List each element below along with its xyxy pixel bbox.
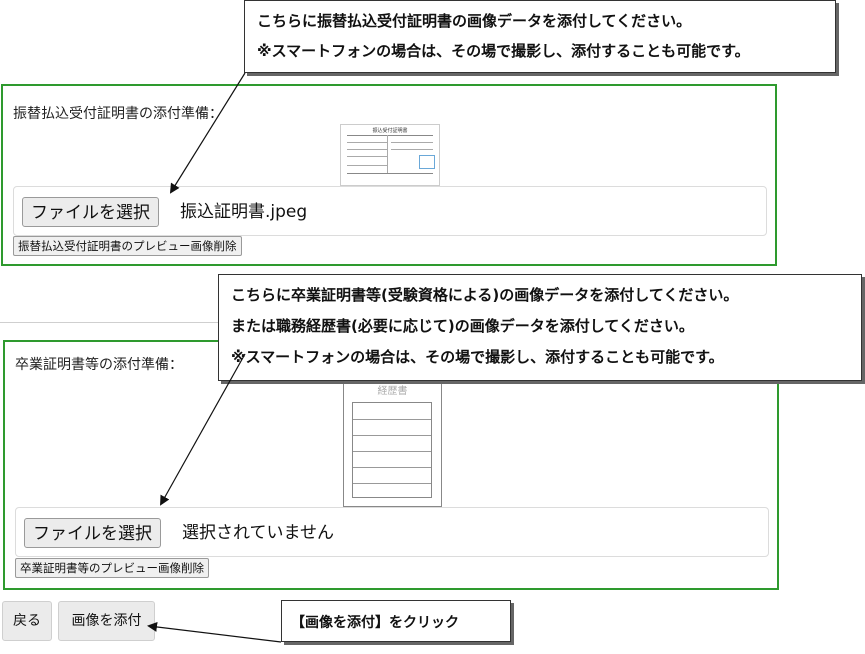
arrow-to-graduation-file — [160, 353, 246, 506]
arrow-to-payment-file — [169, 72, 246, 194]
arrow-to-attach-button — [147, 621, 282, 643]
pointer-arrows — [147, 72, 282, 643]
